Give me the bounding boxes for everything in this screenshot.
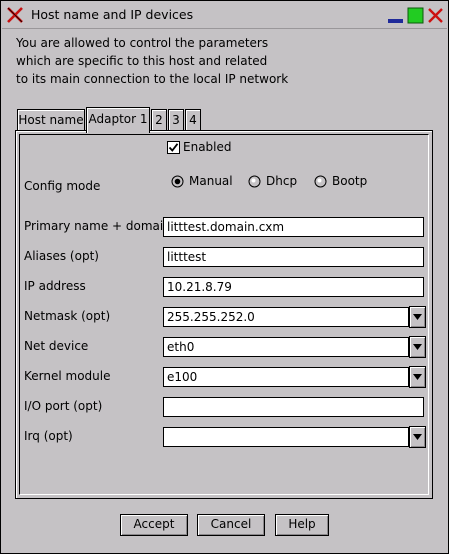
tab-adaptor-3[interactable]: 3 <box>168 109 184 131</box>
aliases-label: Aliases (opt) <box>24 249 99 263</box>
kernel-module-input[interactable]: e100 <box>163 367 409 387</box>
tab-adaptor-1[interactable]: Adaptor 1 <box>86 107 150 133</box>
net-device-label: Net device <box>24 339 89 353</box>
io-port-input[interactable] <box>163 397 424 417</box>
config-mode-label: Config mode <box>24 179 101 193</box>
accept-button[interactable]: Accept <box>120 514 188 536</box>
title-bar[interactable]: Host name and IP devices <box>2 2 447 29</box>
net-device-input[interactable]: eth0 <box>163 337 409 357</box>
enabled-checkbox[interactable] <box>167 141 180 154</box>
tab-host-name[interactable]: Host name <box>17 109 85 131</box>
chevron-down-icon <box>413 344 422 350</box>
irq-input[interactable] <box>163 427 409 447</box>
radio-manual[interactable] <box>171 175 184 188</box>
radio-bootp[interactable] <box>314 175 327 188</box>
window-title: Host name and IP devices <box>31 7 194 22</box>
enabled-label: Enabled <box>183 140 232 154</box>
intro-line: You are allowed to control the parameter… <box>16 36 269 50</box>
chevron-down-icon <box>413 434 422 440</box>
x-logo-icon <box>7 7 23 23</box>
maximize-icon[interactable] <box>407 7 424 24</box>
tab-adaptor-4[interactable]: 4 <box>185 109 201 131</box>
intro-line: to its main connection to the local IP n… <box>16 72 289 86</box>
ip-address-input[interactable]: 10.21.8.79 <box>163 277 424 297</box>
kernel-module-label: Kernel module <box>24 369 111 383</box>
ip-address-label: IP address <box>24 279 86 293</box>
cancel-button[interactable]: Cancel <box>197 514 265 536</box>
minimize-icon[interactable] <box>387 7 404 24</box>
net-device-dropdown-button[interactable] <box>409 336 426 358</box>
aliases-input[interactable]: litttest <box>163 247 424 267</box>
dialog-window: Host name and IP devices You are allowed… <box>0 0 449 554</box>
radio-dhcp[interactable] <box>248 175 261 188</box>
netmask-dropdown-button[interactable] <box>409 306 426 328</box>
tab-adaptor-2[interactable]: 2 <box>151 109 167 131</box>
chevron-down-icon <box>413 314 422 320</box>
radio-dhcp-label: Dhcp <box>266 174 298 188</box>
irq-dropdown-button[interactable] <box>409 426 426 448</box>
radio-bootp-label: Bootp <box>332 174 368 188</box>
help-button[interactable]: Help <box>275 514 329 536</box>
kernel-module-dropdown-button[interactable] <box>409 366 426 388</box>
netmask-label: Netmask (opt) <box>24 309 111 323</box>
io-port-label: I/O port (opt) <box>24 399 103 413</box>
irq-label: Irq (opt) <box>24 429 73 443</box>
intro-line: which are specific to this host and rela… <box>16 54 268 68</box>
radio-manual-label: Manual <box>189 174 233 188</box>
intro-text: You are allowed to control the parameter… <box>16 34 288 88</box>
primary-name-label: Primary name + domain <box>24 219 171 233</box>
chevron-down-icon <box>413 374 422 380</box>
checkmark-icon <box>168 143 179 152</box>
netmask-input[interactable]: 255.255.252.0 <box>163 307 409 327</box>
primary-name-input[interactable]: litttest.domain.cxm <box>163 217 424 237</box>
close-icon[interactable] <box>427 7 444 24</box>
